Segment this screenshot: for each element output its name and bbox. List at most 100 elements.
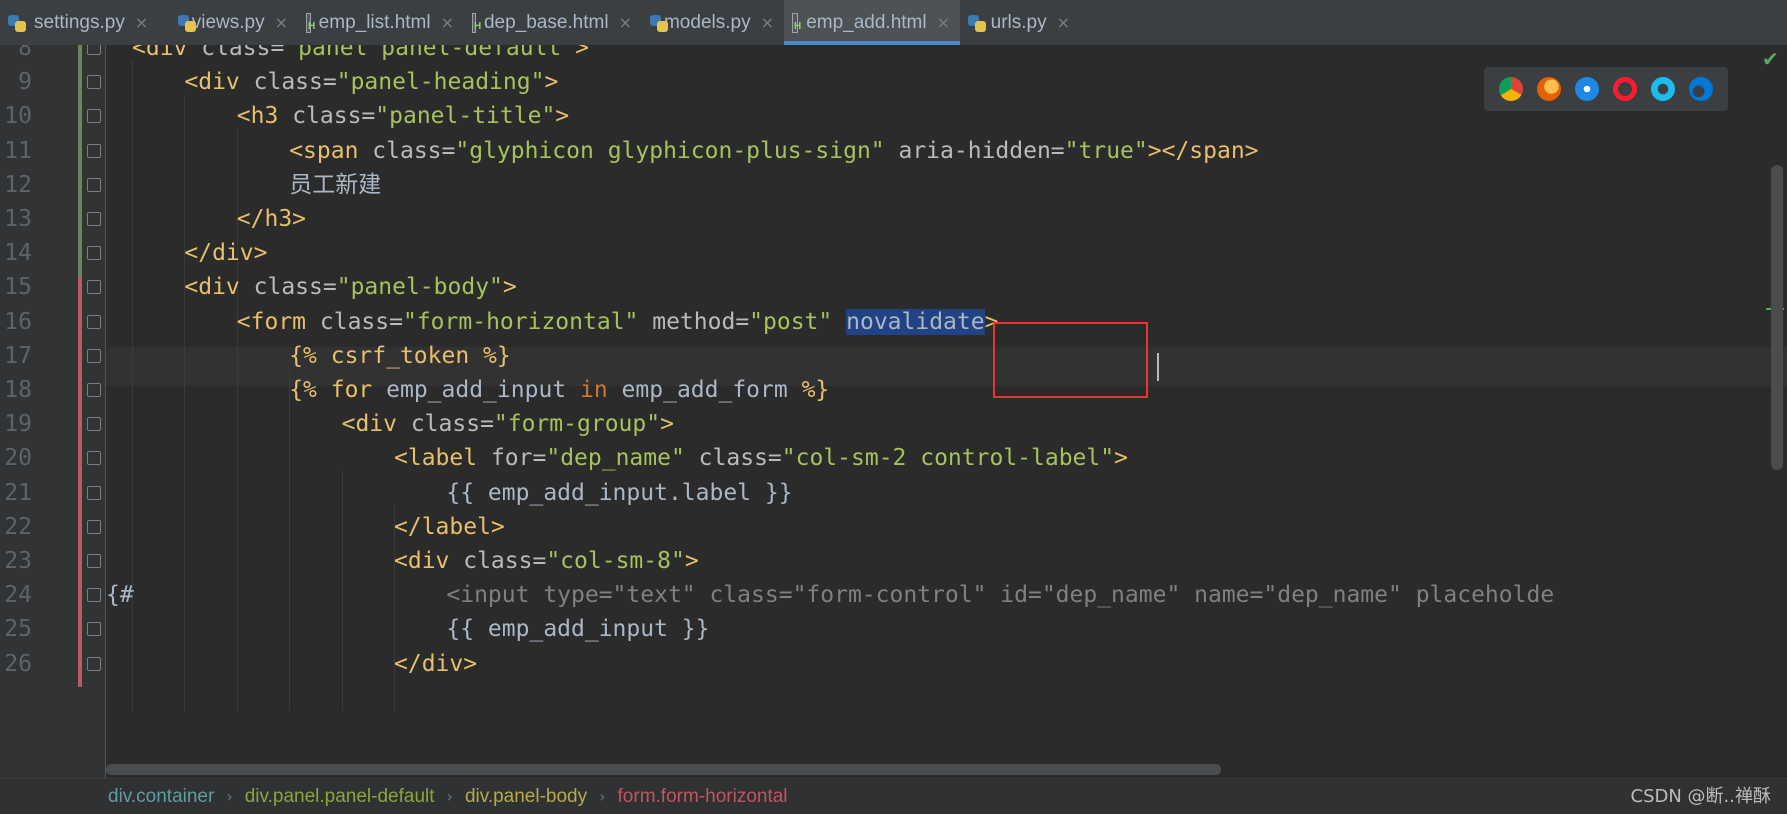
code-token: > (1114, 445, 1128, 472)
breadcrumb-item[interactable]: div.container (108, 786, 214, 808)
fold-marker-icon[interactable] (87, 75, 101, 90)
code-line: 员工新建 (289, 166, 381, 205)
fold-marker-icon[interactable] (87, 314, 101, 329)
code-token: class= (449, 548, 547, 574)
line-number: 23 (4, 548, 32, 574)
code-token: "true" (1064, 137, 1148, 164)
close-icon[interactable]: × (619, 13, 632, 32)
watermark: CSDN @断..禅酥 (1630, 786, 1771, 807)
code-token: class= (396, 411, 494, 438)
tab-label: dep_base.html (483, 11, 609, 33)
code-token: class= (684, 445, 782, 472)
close-icon[interactable]: × (135, 13, 148, 32)
fold-marker-icon[interactable] (87, 45, 101, 55)
fold-marker-icon[interactable] (87, 417, 101, 432)
breadcrumb: div.container › div.panel.panel-default › di… (0, 778, 1787, 814)
code-token: emp_add_form (607, 377, 802, 403)
fold-marker-icon[interactable] (87, 656, 101, 671)
tab-label: emp_list.html (318, 11, 431, 33)
breadcrumb-item[interactable]: form.form-horizontal (618, 786, 788, 808)
close-icon[interactable]: × (761, 13, 774, 32)
close-icon[interactable]: × (275, 13, 288, 32)
code-line: <div class="panel-body"> (184, 268, 516, 307)
breadcrumb-item[interactable]: div.panel-body (465, 786, 587, 808)
line-number-gutter: 8 9 10 11 12 13 14 15 16 17 18 19 20 21 22 23 24 25 26 (0, 45, 105, 778)
chrome-icon[interactable] (1499, 77, 1523, 101)
vcs-change-bar[interactable] (78, 276, 82, 687)
code-token: </div> (184, 240, 268, 267)
code-token: <label (394, 445, 478, 472)
edge-icon[interactable] (1689, 77, 1713, 101)
code-editor[interactable]: 8 9 10 11 12 13 14 15 16 17 18 19 20 21 22 23 24 25 26 <di… (0, 45, 1787, 778)
fold-marker-icon[interactable] (87, 348, 101, 363)
code-token: %} (801, 377, 830, 403)
line-number: 20 (4, 445, 32, 472)
firefox-icon[interactable] (1537, 77, 1561, 101)
code-line: {% for emp_add_input in emp_add_form %} (289, 371, 829, 410)
line-number: 22 (4, 513, 32, 540)
safari-icon[interactable] (1575, 77, 1599, 101)
code-token: <span (289, 137, 359, 164)
tab-views-py[interactable]: views.py × (170, 0, 298, 45)
horizontal-scrollbar[interactable] (106, 764, 1221, 775)
fold-marker-icon[interactable] (87, 212, 101, 226)
indent-guide (184, 95, 186, 711)
fold-marker-icon[interactable] (87, 177, 101, 192)
breadcrumb-item[interactable]: div.panel.panel-default (245, 786, 435, 808)
fold-marker-icon[interactable] (87, 383, 101, 397)
line-number: 17 (4, 342, 32, 369)
vertical-scrollbar[interactable] (1771, 165, 1783, 470)
code-token: class= (278, 103, 376, 130)
code-line: <label for="dep_name" class="col-sm-2 co… (394, 439, 1128, 478)
code-token: {{ emp_add_input }} (446, 616, 710, 643)
code-token: for= (477, 445, 547, 472)
code-line: <h3 class="panel-title"> (237, 97, 569, 136)
close-icon[interactable]: × (937, 13, 950, 32)
fold-marker-icon[interactable] (87, 519, 101, 534)
tab-label: settings.py (34, 11, 125, 33)
code-line: <div class="col-sm-8"> (394, 542, 699, 581)
fold-marker-icon[interactable] (87, 588, 101, 603)
line-number: 12 (4, 171, 32, 198)
line-number: 24 (4, 582, 32, 609)
html-file-icon: H (472, 12, 481, 33)
fold-marker-icon[interactable] (87, 485, 101, 500)
fold-marker-icon[interactable] (87, 246, 101, 261)
code-token: > (660, 411, 674, 438)
vcs-change-bar[interactable] (78, 45, 82, 277)
line-number: 11 (4, 137, 32, 164)
python-file-icon (650, 13, 668, 33)
code-token: "panel panel-default" (284, 45, 576, 61)
inspection-ok-icon[interactable]: ✔ (1762, 47, 1779, 71)
code-token: > (684, 548, 699, 574)
fold-marker-icon[interactable] (87, 622, 101, 637)
line-number: 15 (4, 274, 32, 301)
line-number: 10 (4, 103, 32, 130)
opera-icon[interactable] (1613, 77, 1637, 101)
tab-urls-py[interactable]: urls.py × (960, 0, 1080, 45)
tab-models-py[interactable]: models.py × (642, 0, 784, 45)
close-icon[interactable]: × (1057, 13, 1070, 32)
fold-marker-icon[interactable] (87, 143, 101, 158)
python-file-icon (968, 13, 986, 33)
code-token: ></span> (1147, 137, 1259, 164)
code-token: "form-group" (493, 411, 661, 438)
code-token: <input type="text" class="form-control" … (446, 582, 1555, 609)
code-token: </h3> (236, 206, 307, 232)
tab-settings-py[interactable]: settings.py × (0, 0, 170, 45)
code-token: "col-sm-8" (546, 548, 685, 574)
fold-marker-icon[interactable] (87, 451, 101, 466)
code-line: <form class="form-horizontal" method="po… (237, 303, 998, 342)
fold-marker-icon[interactable] (87, 554, 101, 568)
fold-marker-icon[interactable] (87, 280, 101, 295)
fold-marker-icon[interactable] (87, 109, 101, 124)
tab-emp_add-html[interactable]: Hemp_add.html × (784, 0, 960, 45)
ie-icon[interactable] (1651, 77, 1675, 101)
close-icon[interactable]: × (441, 13, 454, 32)
code-line: <div class="form-group"> (342, 405, 674, 444)
tab-emp_list-html[interactable]: Hemp_list.html × (298, 0, 464, 45)
annotation-highlight-box (993, 322, 1148, 398)
tab-dep_base-html[interactable]: Hdep_base.html × (464, 0, 642, 45)
line-number: 26 (4, 650, 32, 677)
